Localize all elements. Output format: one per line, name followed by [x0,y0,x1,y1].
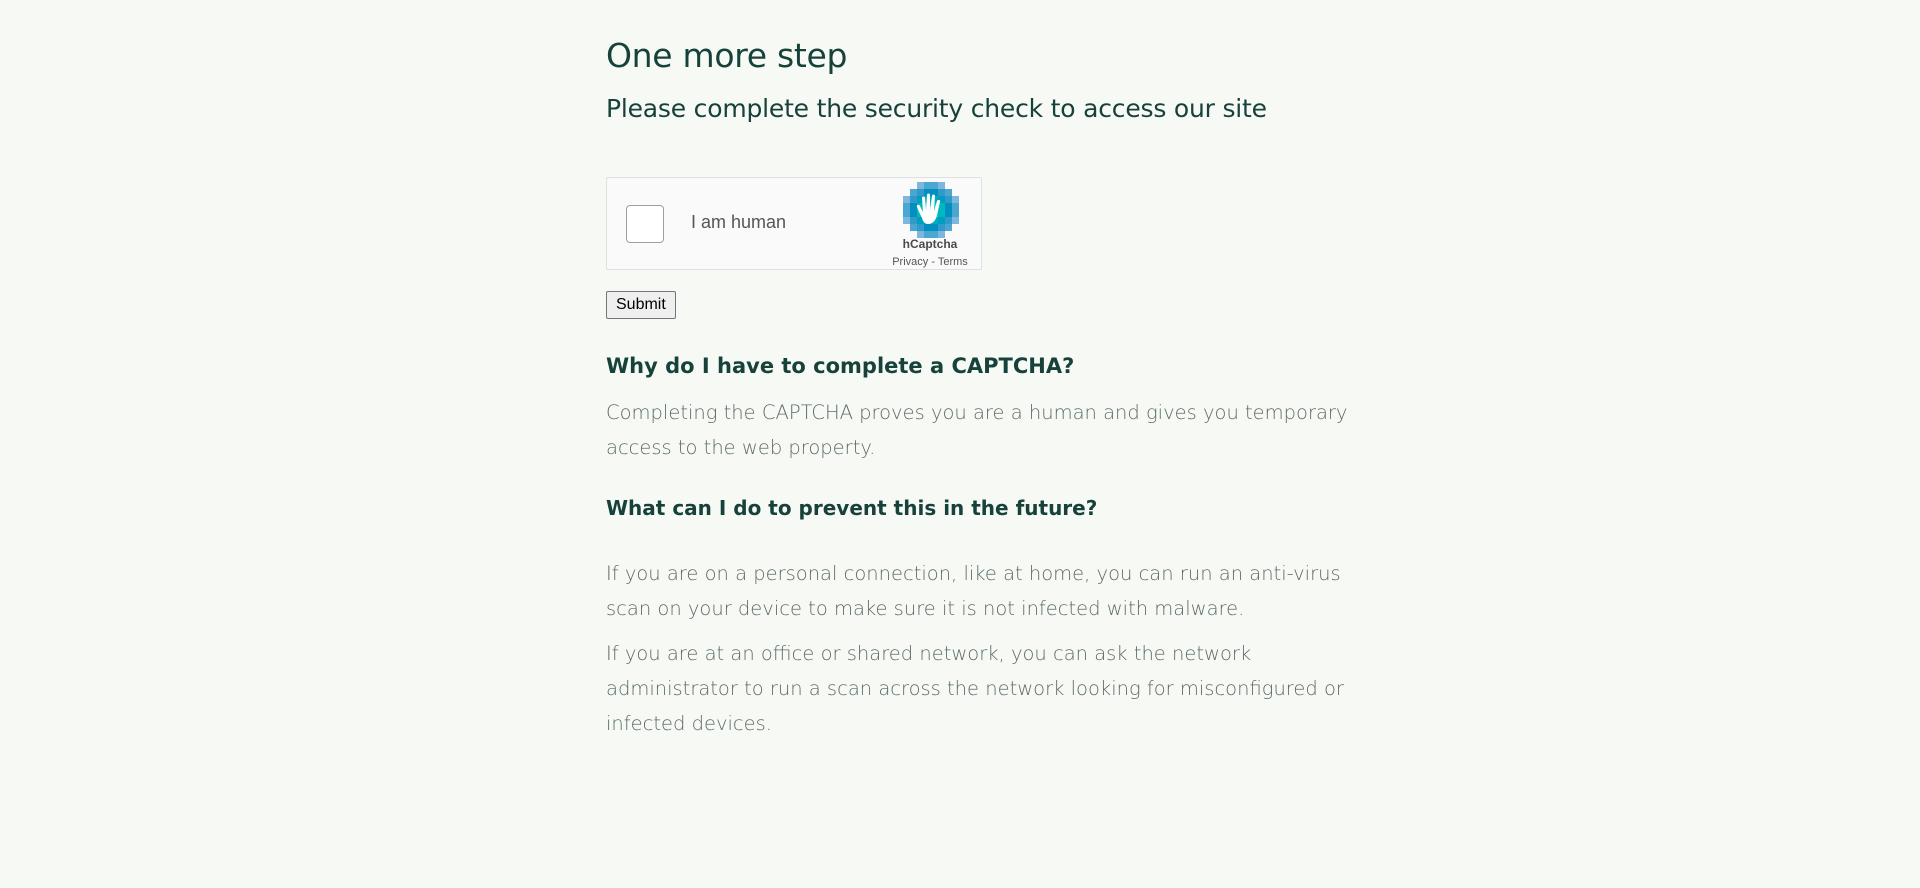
hcaptcha-logo-icon [903,182,959,238]
faq-answer-why: Completing the CAPTCHA proves you are a … [606,401,1348,459]
privacy-link[interactable]: Privacy [892,256,928,268]
faq-question-prevent: What can I do to prevent this in the fut… [606,496,1098,520]
captcha-checkbox-label: I am human [691,212,787,232]
faq-answer-office: If you are at an office or shared networ… [606,642,1344,735]
links-separator: - [928,256,938,268]
faq-answer-personal: If you are on a personal connection, lik… [606,562,1341,620]
captcha-links: Privacy - Terms [875,256,985,268]
terms-link[interactable]: Terms [938,256,968,268]
hcaptcha-widget: I am human hCaptcha Privacy - Terms [606,177,982,270]
page-title: One more step [606,36,848,75]
submit-button[interactable]: Submit [606,291,676,319]
hcaptcha-brand: hCaptcha [902,237,958,251]
captcha-checkbox[interactable] [626,205,664,243]
faq-question-why: Why do I have to complete a CAPTCHA? [606,354,1075,378]
page-subtitle: Please complete the security check to ac… [606,94,1267,123]
